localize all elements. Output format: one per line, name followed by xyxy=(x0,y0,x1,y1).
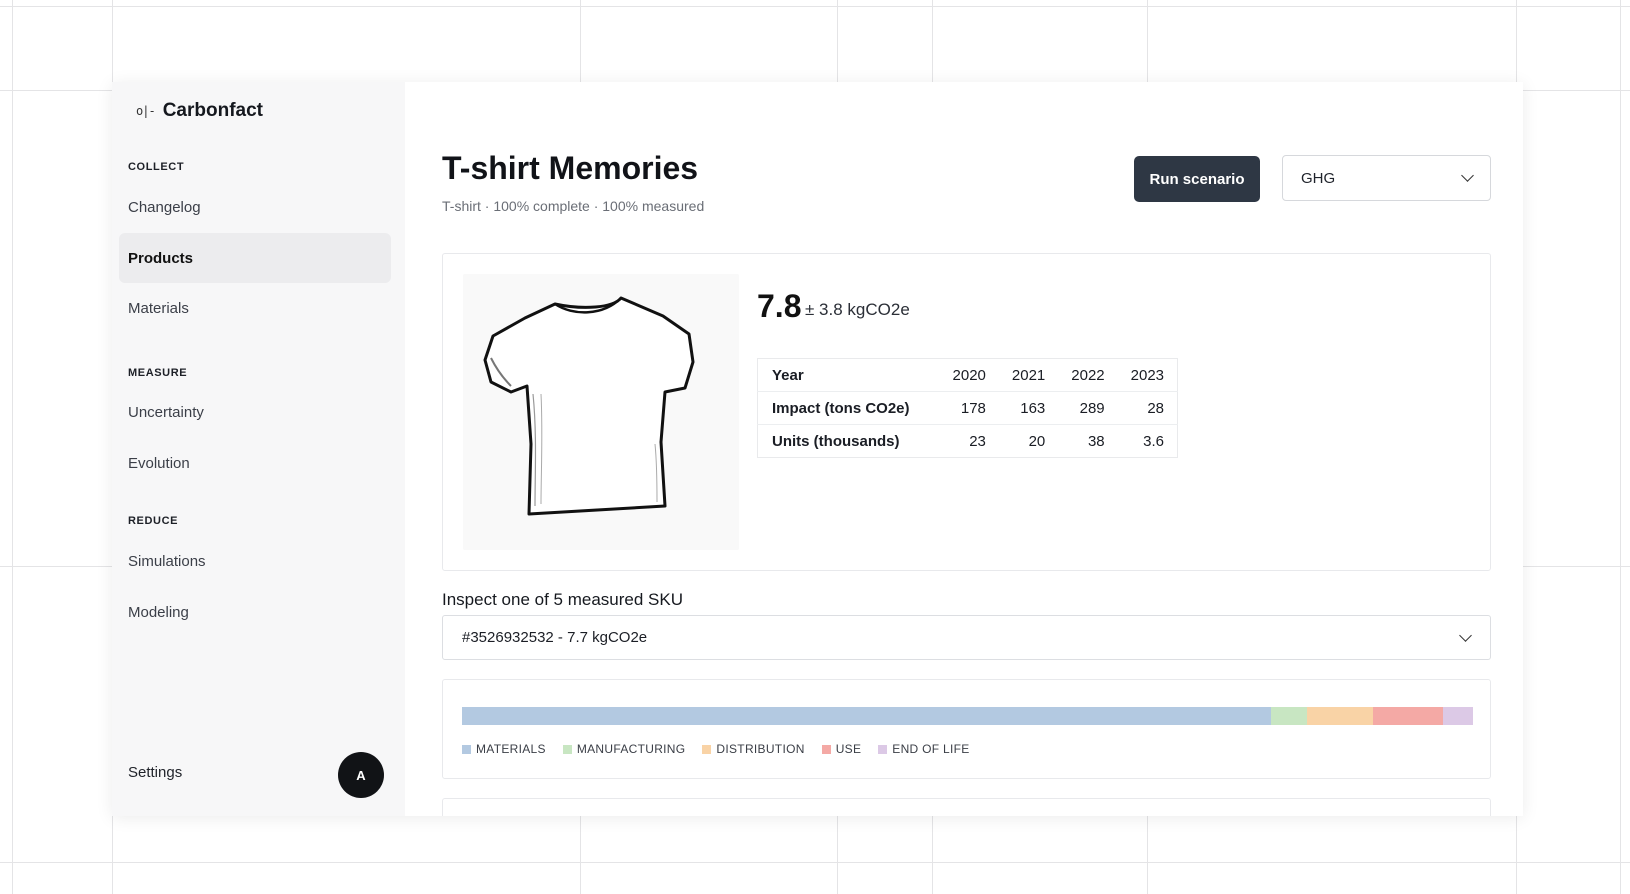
section-title-collect: COLLECT xyxy=(128,161,185,173)
sidebar-item-products[interactable]: Products xyxy=(119,233,391,283)
legend-label: USE xyxy=(835,742,862,756)
legend-swatch xyxy=(878,744,888,754)
impact-table: Year 2020 2021 2022 2023 Impact (tons CO… xyxy=(757,358,1179,458)
bar-segment-use[interactable] xyxy=(1372,707,1443,725)
product-card: 7.8 ± 3.8 kgCO2e Year 2020 2021 2022 202… xyxy=(442,253,1491,571)
section-title-reduce: REDUCE xyxy=(128,515,179,527)
inspect-sku-label: Inspect one of 5 measured SKU xyxy=(442,590,683,609)
chevron-down-icon xyxy=(1459,628,1472,642)
table-cell: Impact (tons CO2e) xyxy=(757,391,940,425)
lifecycle-breakdown-card: MATERIALS MANUFACTURING DISTRIBUTION USE END… xyxy=(442,679,1491,779)
table-cell: 3.6 xyxy=(1143,432,1165,450)
legend-label: MANUFACTURING xyxy=(576,742,686,756)
sidebar-item-uncertainty[interactable]: Uncertainty xyxy=(119,387,391,437)
next-card xyxy=(442,798,1491,816)
sidebar-item-simulations[interactable]: Simulations xyxy=(119,536,391,586)
legend-label: MATERIALS xyxy=(476,742,546,756)
tshirt-icon xyxy=(483,296,695,516)
table-cell: 20 xyxy=(1028,432,1046,450)
settings-link[interactable]: Settings xyxy=(128,764,182,781)
table-cell: 178 xyxy=(939,391,999,425)
legend-swatch xyxy=(462,744,471,754)
table-row: Impact (tons CO2e) 178 163 289 28 xyxy=(757,391,1178,425)
impact-value: 7.8 xyxy=(757,288,802,324)
sidebar-item-modeling[interactable]: Modeling xyxy=(119,587,391,637)
run-scenario-button[interactable]: Run scenario xyxy=(1134,156,1260,202)
brand-name: Carbonfact xyxy=(162,100,263,121)
table-cell: 2022 xyxy=(1058,358,1118,392)
chevron-down-icon xyxy=(1461,169,1474,182)
table-cell: 23 xyxy=(969,432,986,450)
legend-item: END OF LIFE xyxy=(878,742,969,756)
legend-swatch xyxy=(562,744,572,754)
sidebar: o|- Carbonfact COLLECT Changelog Product… xyxy=(112,82,405,816)
table-cell: 2021 xyxy=(998,358,1059,392)
sidebar-item-changelog[interactable]: Changelog xyxy=(119,182,391,232)
bar-segment-distribution[interactable] xyxy=(1307,707,1373,725)
legend-item: MANUFACTURING xyxy=(562,742,686,756)
app-window: o|- Carbonfact COLLECT Changelog Product… xyxy=(112,82,1523,816)
avatar[interactable]: A xyxy=(338,752,384,798)
legend-item: MATERIALS xyxy=(462,742,546,756)
bar-segment-end-of-life[interactable] xyxy=(1442,707,1473,725)
sku-select-value: #3526932532 - 7.7 kgCO2e xyxy=(462,629,648,646)
section-title-measure: MEASURE xyxy=(128,367,188,379)
legend-label: DISTRIBUTION xyxy=(716,742,805,756)
sku-select[interactable]: #3526932532 - 7.7 kgCO2e xyxy=(442,615,1491,660)
legend-swatch xyxy=(821,744,831,754)
table-cell: 38 xyxy=(1087,432,1105,450)
legend-swatch xyxy=(702,744,712,754)
table-cell: 163 xyxy=(998,391,1059,425)
brand[interactable]: o|- Carbonfact xyxy=(136,100,263,122)
legend-item: USE xyxy=(821,742,862,756)
legend-item: DISTRIBUTION xyxy=(702,742,804,756)
sidebar-item-evolution[interactable]: Evolution xyxy=(119,438,391,488)
product-image xyxy=(463,274,739,550)
impact-uncertainty: ± 3.8 kgCO2e xyxy=(805,300,910,319)
table-cell: 289 xyxy=(1058,391,1118,425)
metric-select-value: GHG xyxy=(1301,169,1336,187)
bar-segment-manufacturing[interactable] xyxy=(1270,707,1308,725)
carbonfact-logo-icon: o|- xyxy=(136,104,156,118)
main-content: T-shirt Memories T-shirt · 100% complete… xyxy=(405,82,1523,816)
legend-label: END OF LIFE xyxy=(892,742,970,756)
lifecycle-legend: MATERIALS MANUFACTURING DISTRIBUTION USE END… xyxy=(462,742,970,756)
lifecycle-stacked-bar xyxy=(462,707,1473,725)
table-cell: Year xyxy=(757,358,940,392)
table-header-row: Year 2020 2021 2022 2023 xyxy=(757,358,1178,392)
page-subtitle: T-shirt · 100% complete · 100% measured xyxy=(442,198,705,214)
page-title: T-shirt Memories xyxy=(442,150,699,186)
table-cell: 2023 xyxy=(1117,358,1178,392)
table-cell: 28 xyxy=(1117,391,1178,425)
table-cell: 2020 xyxy=(939,358,999,392)
bar-segment-materials[interactable] xyxy=(462,707,1271,725)
table-cell: Units (thousands) xyxy=(772,432,900,450)
metric-select[interactable]: GHG xyxy=(1282,155,1491,201)
table-row: Units (thousands) 23 20 38 3.6 xyxy=(758,425,1178,458)
sidebar-item-materials[interactable]: Materials xyxy=(119,283,391,333)
